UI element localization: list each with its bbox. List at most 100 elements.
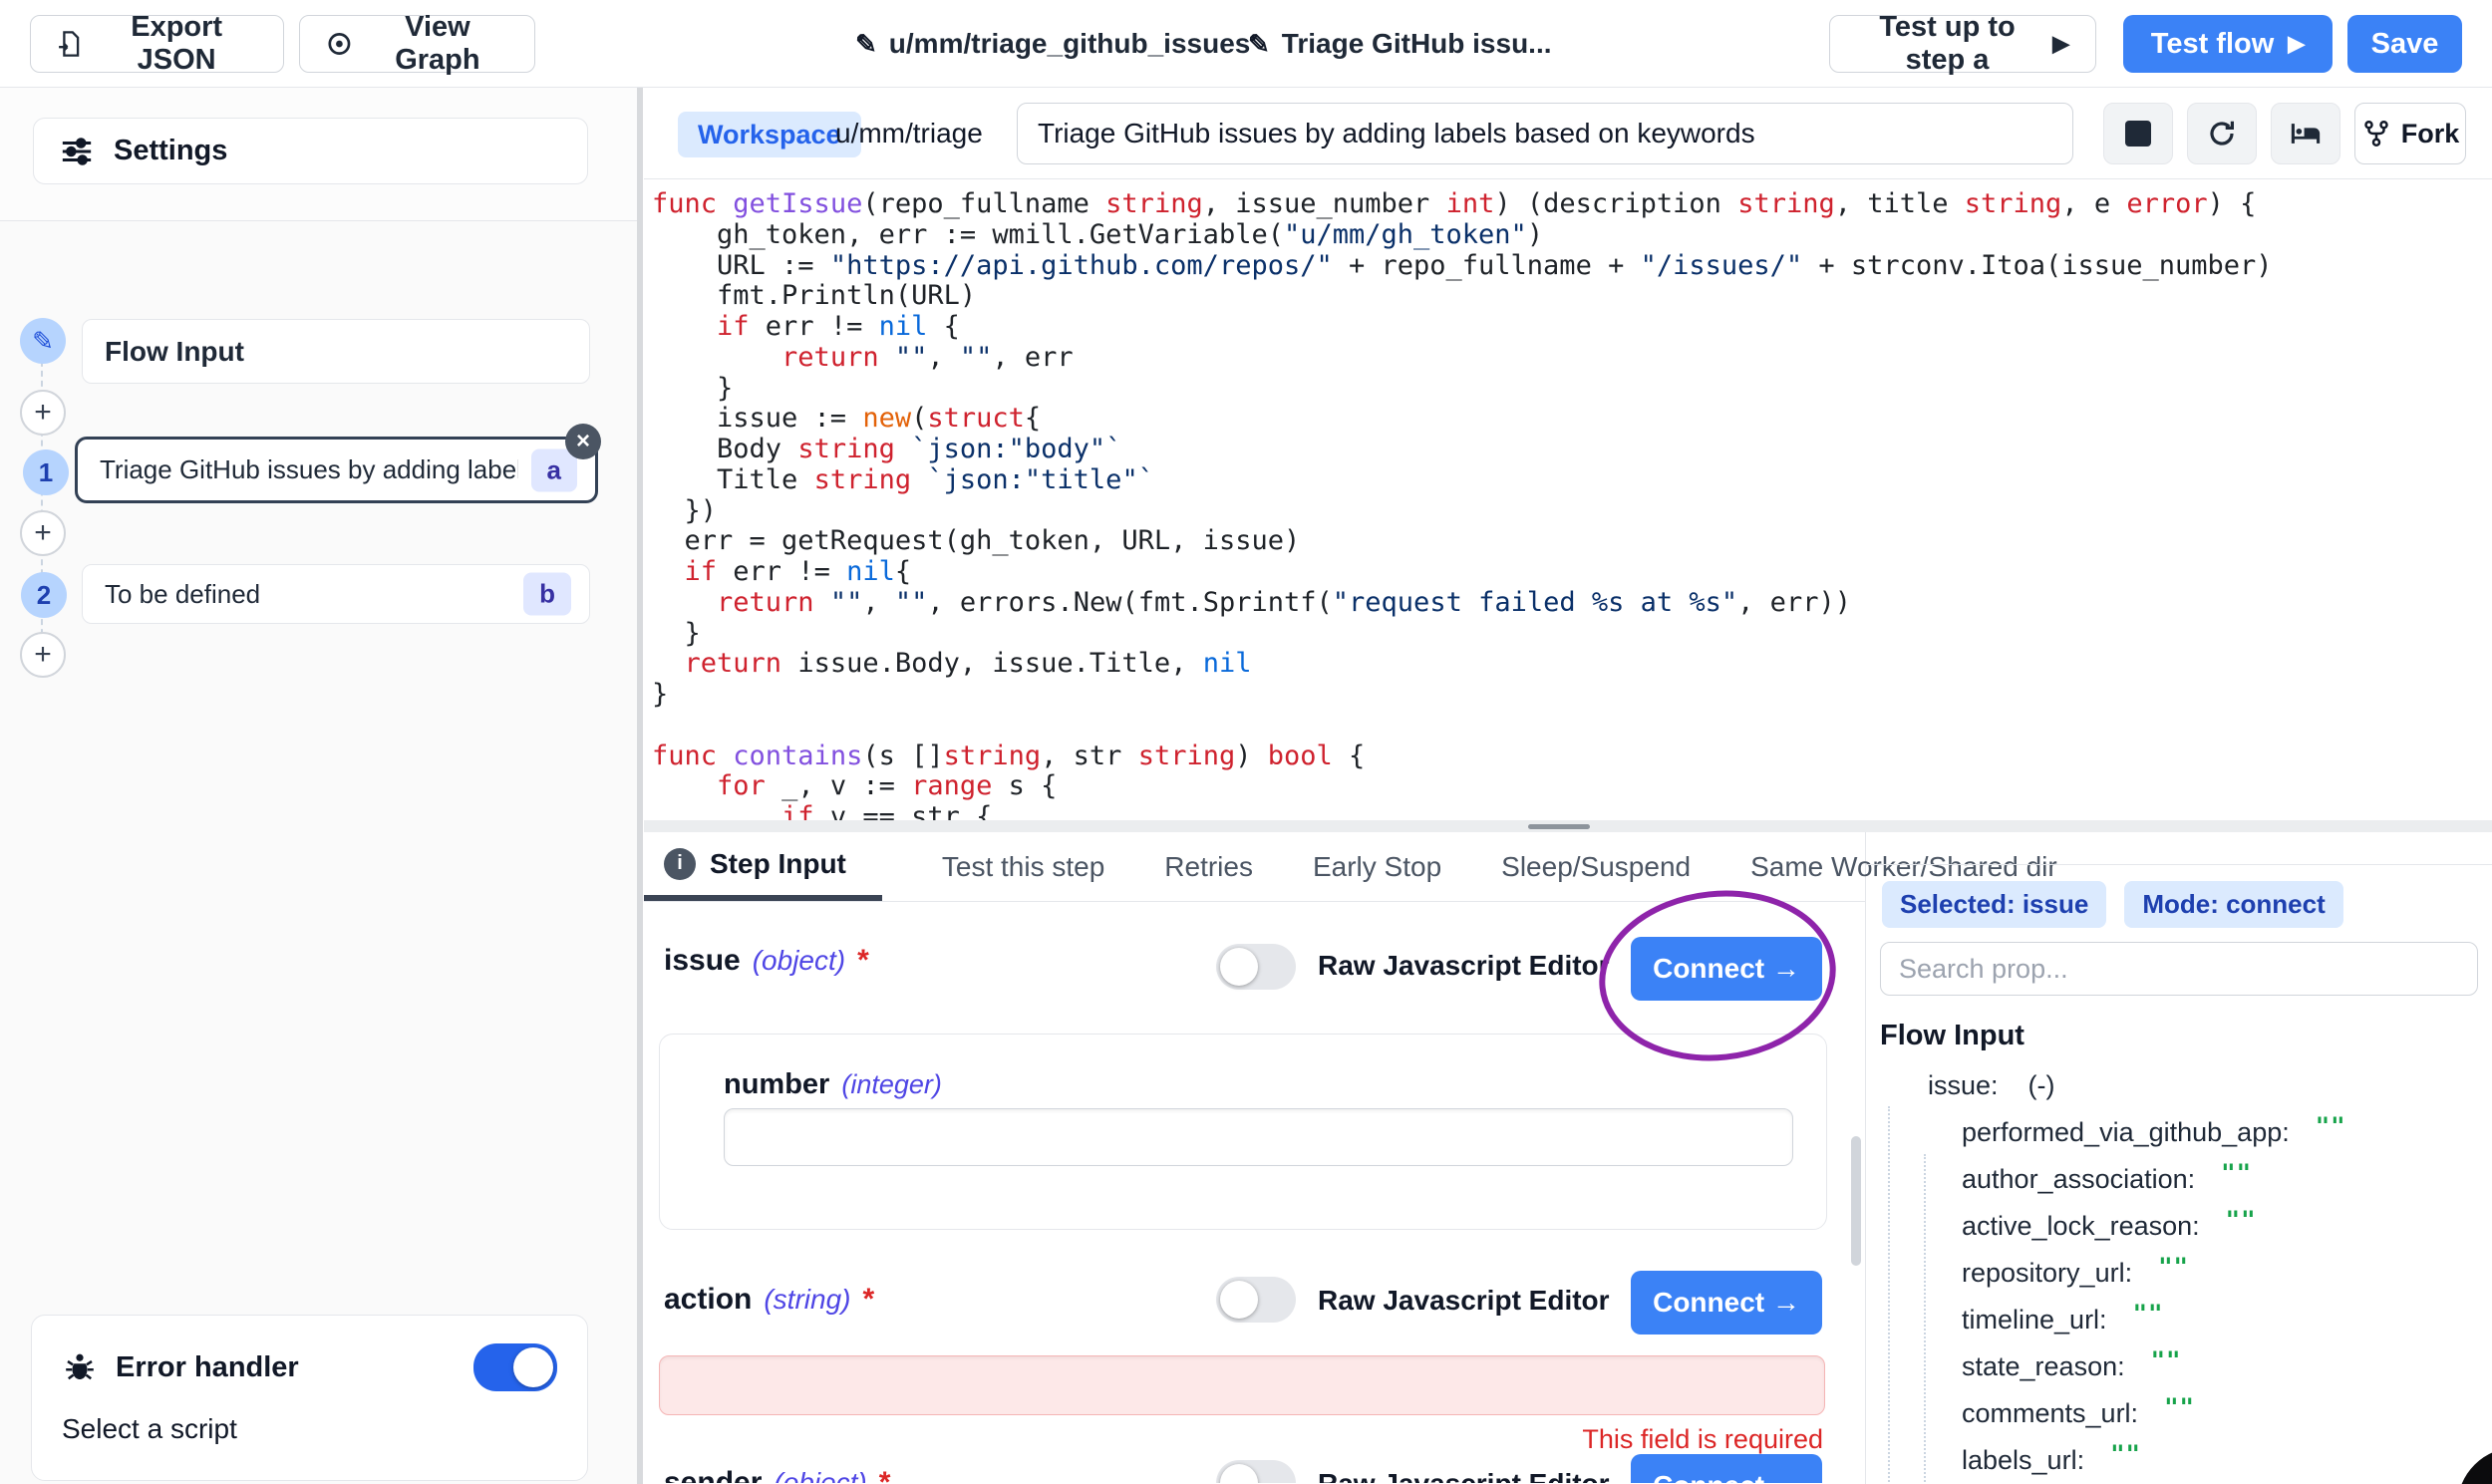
test-up-to-step-button[interactable]: Test up to step a ▶ bbox=[1829, 15, 2096, 73]
code-line: } bbox=[652, 374, 2492, 405]
tree-prop[interactable]: labels_url:"" bbox=[1880, 1437, 2478, 1484]
flow-sidebar: Settings ✎ Flow Input + 1 Triage GitHub … bbox=[0, 88, 643, 1484]
play-icon: ▶ bbox=[2052, 31, 2069, 57]
code-line: URL := "https://api.github.com/repos/" +… bbox=[652, 251, 2492, 282]
error-handler-title: Error handler bbox=[116, 1351, 456, 1384]
stop-button[interactable] bbox=[2103, 103, 2173, 164]
error-handler-toggle[interactable] bbox=[473, 1343, 557, 1391]
code-line: issue := new(struct{ bbox=[652, 404, 2492, 435]
panel-spacer bbox=[1866, 832, 2492, 865]
toggle-knob bbox=[513, 1347, 553, 1387]
plus-icon: + bbox=[34, 638, 52, 672]
breadcrumb-title[interactable]: ✎ Triage GitHub issu... bbox=[1248, 0, 1552, 88]
refresh-button[interactable] bbox=[2187, 103, 2257, 164]
field-number-label: number (integer) bbox=[724, 1068, 942, 1101]
step-close-button[interactable]: × bbox=[565, 424, 601, 459]
settings-button[interactable]: Settings bbox=[33, 118, 588, 184]
required-error-text: This field is required bbox=[1582, 1424, 1823, 1455]
error-handler-select-script[interactable]: Select a script bbox=[62, 1413, 557, 1445]
tab-early-stop[interactable]: Early Stop bbox=[1313, 832, 1441, 901]
prop-tree: issue: (-) performed_via_github_app:""au… bbox=[1880, 1062, 2478, 1484]
tree-guide-line bbox=[1924, 1154, 1926, 1484]
form-scrollbar-thumb[interactable] bbox=[1851, 1136, 1861, 1266]
tree-prop[interactable]: active_lock_reason:"" bbox=[1880, 1203, 2478, 1250]
step-label: To be defined bbox=[105, 579, 260, 610]
breadcrumb-title-label: Triage GitHub issu... bbox=[1282, 28, 1552, 60]
scrollbar-thumb[interactable] bbox=[1528, 824, 1590, 829]
code-line: Title string `json:"title"` bbox=[652, 465, 2492, 496]
add-step-button[interactable]: + bbox=[20, 390, 66, 436]
close-icon: × bbox=[576, 428, 590, 455]
field-action-label: action (string) * bbox=[664, 1283, 874, 1317]
flow-input-label: Flow Input bbox=[105, 336, 244, 368]
search-prop-input[interactable] bbox=[1880, 942, 2478, 996]
code-line: return "", "", errors.New(fmt.Sprintf("r… bbox=[652, 588, 2492, 619]
add-step-button[interactable]: + bbox=[20, 632, 66, 678]
connect-button-sender[interactable]: Connect → bbox=[1631, 1454, 1822, 1483]
breadcrumb-path[interactable]: ✎ u/mm/triage_github_issues bbox=[855, 0, 1250, 88]
tab-retries[interactable]: Retries bbox=[1164, 832, 1253, 901]
step-label: Triage GitHub issues by adding labels ..… bbox=[100, 454, 518, 485]
code-line: if err != nil { bbox=[652, 312, 2492, 343]
add-step-button[interactable]: + bbox=[20, 510, 66, 556]
save-label: Save bbox=[2371, 28, 2439, 61]
code-horizontal-scrollbar[interactable] bbox=[644, 820, 2492, 832]
fork-button[interactable]: Fork bbox=[2354, 103, 2466, 164]
code-line: }) bbox=[652, 496, 2492, 527]
tree-prop[interactable]: performed_via_github_app:"" bbox=[1880, 1109, 2478, 1156]
code-line: func getIssue(repo_fullname string, issu… bbox=[652, 189, 2492, 220]
export-json-button[interactable]: Export JSON bbox=[30, 15, 284, 73]
tab-test-this-step[interactable]: Test this step bbox=[942, 832, 1104, 901]
flow-input-node-icon: ✎ bbox=[20, 318, 66, 364]
raw-js-toggle-issue[interactable] bbox=[1216, 944, 1296, 990]
connect-button-issue[interactable]: Connect → bbox=[1631, 937, 1822, 1001]
raw-js-toggle-action[interactable] bbox=[1216, 1277, 1296, 1323]
tree-prop[interactable]: comments_url:"" bbox=[1880, 1390, 2478, 1437]
code-line: return "", "", err bbox=[652, 343, 2492, 374]
tree-prop[interactable]: author_association:"" bbox=[1880, 1156, 2478, 1203]
step-number-badge: 1 bbox=[23, 449, 69, 495]
flow-summary-input[interactable] bbox=[1017, 103, 2073, 164]
step-tabs: i Step Input Test this step Retries Earl… bbox=[644, 832, 1865, 902]
step-number-badge: 2 bbox=[21, 572, 67, 618]
step-id-badge: a bbox=[531, 448, 577, 491]
code-line: Body string `json:"body"` bbox=[652, 435, 2492, 465]
breadcrumb-path-label: u/mm/triage_github_issues bbox=[889, 28, 1251, 60]
tab-sleep-suspend[interactable]: Sleep/Suspend bbox=[1501, 832, 1691, 901]
raw-js-label: Raw Javascript Editor bbox=[1318, 1468, 1610, 1483]
pencil-icon: ✎ bbox=[855, 29, 877, 60]
step-node-2[interactable]: 2 To be defined b bbox=[82, 564, 590, 624]
toggle-knob bbox=[1220, 1464, 1258, 1483]
code-editor[interactable]: func getIssue(repo_fullname string, issu… bbox=[644, 179, 2492, 832]
bottom-panel: i Step Input Test this step Retries Earl… bbox=[644, 832, 2492, 1484]
code-line: fmt.Println(URL) bbox=[652, 281, 2492, 312]
plus-icon: + bbox=[34, 396, 52, 430]
sleep-button[interactable] bbox=[2271, 103, 2340, 164]
issue-object-box: number (integer) bbox=[659, 1034, 1827, 1230]
action-input-error[interactable] bbox=[659, 1355, 1825, 1415]
selected-badge: Selected: issue bbox=[1882, 881, 2106, 928]
eye-icon bbox=[326, 29, 353, 59]
tree-prop[interactable]: timeline_url:"" bbox=[1880, 1297, 2478, 1343]
tree-prop[interactable]: state_reason:"" bbox=[1880, 1343, 2478, 1390]
tree-guide-line bbox=[1888, 1106, 1890, 1484]
flow-input-node[interactable]: Flow Input bbox=[82, 319, 590, 384]
connect-button-action[interactable]: Connect → bbox=[1631, 1271, 1822, 1335]
code-line: } bbox=[652, 680, 2492, 711]
step-config-panel: i Step Input Test this step Retries Earl… bbox=[644, 832, 1866, 1484]
field-sender-label: sender (object) * bbox=[664, 1466, 890, 1483]
step-input-form: issue (object) * Raw Javascript Editor C… bbox=[644, 902, 1865, 1483]
number-input[interactable] bbox=[724, 1108, 1793, 1166]
save-button[interactable]: Save bbox=[2347, 15, 2462, 73]
raw-js-toggle-sender[interactable] bbox=[1216, 1460, 1296, 1483]
settings-zone: Settings bbox=[0, 88, 637, 221]
code-line: func contains(s []string, str string) bo… bbox=[652, 742, 2492, 772]
flow-input-tree-title: Flow Input bbox=[1880, 1020, 2478, 1052]
view-graph-button[interactable]: View Graph bbox=[299, 15, 535, 73]
tab-step-input[interactable]: i Step Input bbox=[644, 832, 882, 901]
step-node-1[interactable]: 1 Triage GitHub issues by adding labels … bbox=[75, 437, 598, 503]
tree-root-issue[interactable]: issue: (-) bbox=[1880, 1062, 2478, 1109]
tree-prop[interactable]: repository_url:"" bbox=[1880, 1250, 2478, 1297]
test-flow-button[interactable]: Test flow ▶ bbox=[2123, 15, 2333, 73]
settings-label: Settings bbox=[114, 135, 227, 167]
